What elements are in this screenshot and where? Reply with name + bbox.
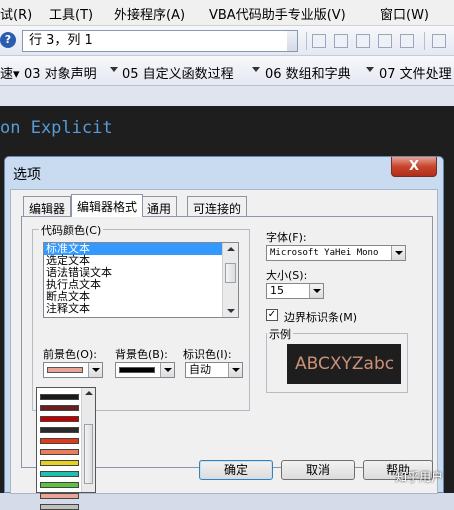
sample-group: 示例 ABCXYZabc [266,326,408,393]
chevron-down-icon[interactable] [252,67,260,72]
menu-debug[interactable]: 试(R) [0,4,32,23]
background-color-select[interactable] [115,362,175,378]
foreground-label: 前景色(O): [43,348,97,361]
menu-tools[interactable]: 工具(T) [49,4,93,23]
scroll-thumb[interactable] [84,424,93,484]
comment-block-icon[interactable] [432,34,446,48]
chevron-down-icon[interactable] [88,363,102,377]
menu-vba-assistant[interactable]: VBA代码助手专业版(V) [209,4,346,23]
color-option[interactable] [40,394,79,400]
cancel-button[interactable]: 取消 [281,460,355,480]
scroll-up-icon[interactable] [227,247,235,251]
scroll-thumb[interactable] [225,263,236,283]
standard-toolbar: ? 行 3，列 1 [0,26,454,56]
background-swatch [119,367,155,373]
indicator-color-select[interactable]: 自动 [185,362,243,378]
font-value: Microsoft YaHei Mono [270,248,379,258]
toolbar-menu-custom-function[interactable]: 05 自定义函数过程 [122,63,234,82]
help-icon[interactable]: ? [0,32,16,48]
size-select[interactable]: 15 [266,283,324,299]
color-option[interactable] [40,438,79,444]
close-button[interactable]: X [391,157,437,177]
color-option[interactable] [40,493,79,499]
tab-docking[interactable]: 可连接的 [187,196,248,216]
toolbar-menu-quick[interactable]: 速▾ [0,63,20,82]
cursor-position-text: 行 3，列 1 [29,33,93,48]
color-option[interactable] [40,482,79,488]
dialog-title: 选项 [13,167,41,183]
cursor-position-box: 行 3，列 1 [22,30,298,52]
toolbar-menu-file[interactable]: 07 文件处理 [379,63,452,82]
font-select[interactable]: Microsoft YaHei Mono [266,245,406,261]
indicator-value: 自动 [189,363,211,376]
menu-bar: 试(R) 工具(T) 外接程序(A) VBA代码助手专业版(V) 窗口(W) [0,0,454,26]
margin-indicator-label: 边界标识条(M) [284,311,358,324]
sample-label: 示例 [267,326,293,342]
chevron-down-icon[interactable] [366,67,374,72]
toolbar-separator [424,32,425,50]
chevron-down-icon[interactable] [391,246,405,260]
code-line: on Explicit [0,118,113,138]
tab-editor-format[interactable]: 编辑器格式 [71,194,144,217]
properties-icon[interactable] [356,34,370,48]
font-label: 字体(F): [266,231,307,244]
color-dropdown-list[interactable] [36,387,96,510]
tab-editor[interactable]: 编辑器 [23,196,72,216]
quick-info-icon[interactable] [400,34,414,48]
size-value: 15 [270,284,284,297]
menu-addins[interactable]: 外接程序(A) [114,4,185,23]
outdent-icon[interactable] [334,34,348,48]
chevron-down-icon[interactable] [110,67,118,72]
color-option[interactable] [40,405,79,411]
menu-window[interactable]: 窗口(W) [380,4,429,23]
indicator-label: 标识色(I): [183,348,232,361]
color-option[interactable] [40,449,79,455]
chevron-down-icon[interactable] [309,284,323,298]
margin-indicator-checkbox[interactable]: ✓ [266,309,278,321]
constants-icon[interactable] [378,34,392,48]
sample-preview: ABCXYZabc [287,344,401,384]
chevron-down-icon[interactable] [228,363,242,377]
scroll-down-icon[interactable] [227,309,235,313]
color-option[interactable] [40,460,79,466]
foreground-swatch [47,367,83,373]
scroll-up-icon[interactable] [85,391,93,395]
list-item[interactable]: 注释文本 [44,303,238,315]
toolbar-overflow-icon[interactable] [287,31,297,51]
background-label: 背景色(B): [115,348,168,361]
tab-general[interactable]: 通用 [141,196,178,216]
color-option[interactable] [40,416,79,422]
list-scrollbar[interactable] [222,243,238,317]
toolbar-menu-array-dict[interactable]: 06 数组和字典 [265,63,351,82]
toolbar-separator [306,32,307,50]
code-colors-group: 代码颜色(C) 标准文本 选定文本 语法错误文本 执行点文本 断点文本 注释文本… [32,222,250,411]
indent-icon[interactable] [312,34,326,48]
watermark-text: 知乎用户 [395,470,444,484]
code-colors-list[interactable]: 标准文本 选定文本 语法错误文本 执行点文本 断点文本 注释文本 [43,242,239,318]
toolbar-menu-object-declare[interactable]: 03 对象声明 [24,63,97,82]
ok-button[interactable]: 确定 [199,460,273,480]
color-option[interactable] [40,427,79,433]
size-label: 大小(S): [266,269,308,282]
color-option[interactable] [40,471,79,477]
chevron-down-icon[interactable] [160,363,174,377]
custom-toolbar: 速▾ 03 对象声明 05 自定义函数过程 06 数组和字典 07 文件处理 [0,56,454,86]
color-list-scrollbar[interactable] [81,388,95,492]
editor-frame [0,86,454,106]
color-option[interactable] [40,504,79,510]
code-colors-label: 代码颜色(C) [39,222,104,238]
foreground-color-select[interactable] [43,362,103,378]
